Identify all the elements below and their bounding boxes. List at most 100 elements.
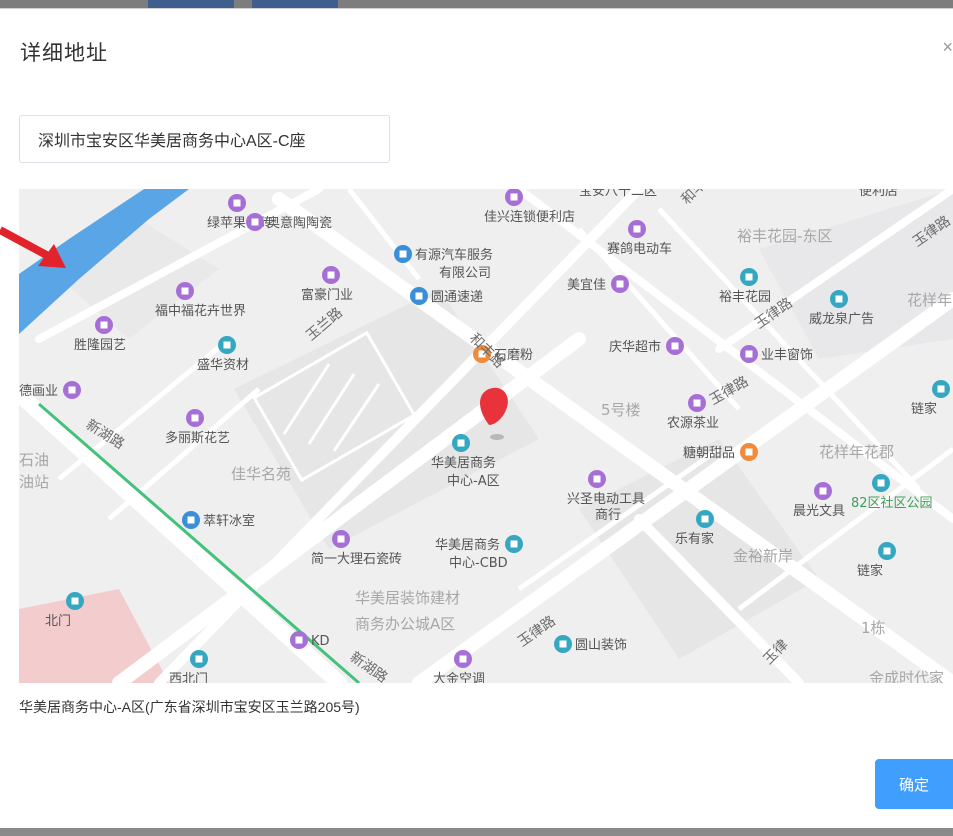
map-poi-label: 金成时代家 (869, 669, 944, 683)
poi-glyph (616, 280, 624, 288)
map-poi[interactable]: 有限公司 (439, 266, 491, 281)
map-poi-label: 农源茶业 (667, 415, 719, 431)
map-poi-label: 赛鸽电动车 (607, 241, 672, 257)
map-poi-label: 华美居商务 (431, 455, 496, 471)
map-poi-label: 晨光文具 (793, 504, 845, 519)
map-poi-label: 德画业 (19, 384, 58, 399)
poi-glyph (415, 292, 423, 300)
confirm-button[interactable]: 确定 (875, 759, 953, 809)
map-poi[interactable]: 金成时代家 (869, 669, 944, 683)
map-poi[interactable]: 圆通速递 (410, 287, 483, 305)
map-poi-label: 多丽斯花艺 (165, 430, 230, 446)
poi-glyph (693, 399, 701, 407)
map-poi-label: 富豪门业 (301, 287, 353, 303)
map-poi-label: 有源汽车服务 (415, 247, 493, 263)
map-poi[interactable]: 有源汽车服务 (394, 245, 493, 263)
map-poi-label: 中心-CBD (449, 556, 508, 571)
map-poi-label: 奥意陶陶瓷 (267, 215, 332, 231)
poi-glyph (181, 287, 189, 295)
poi-glyph (633, 225, 641, 233)
poi-glyph (233, 199, 241, 207)
backdrop-tab (148, 0, 234, 8)
address-dialog: 详细地址 × 深圳市宝安区华美居商务中心A区-C座 绿苹果瓷砖 奥意陶陶瓷 佳兴… (0, 8, 953, 829)
poi-glyph (671, 342, 679, 350)
map-poi-label: 商行 (595, 508, 621, 523)
poi-glyph (745, 350, 753, 358)
poi-glyph (559, 640, 567, 648)
backdrop-bottom (0, 828, 953, 836)
map-poi-label: 金裕新岸 (733, 547, 793, 565)
map-canvas[interactable]: 绿苹果瓷砖奥意陶陶瓷 佳兴连锁便利店宝安八十二区 便利店赛鸽电动车裕丰花园-东区有源… (19, 189, 953, 683)
map-poi[interactable]: 油站 (19, 473, 49, 491)
map-poi-label: 庆华超市 (609, 339, 661, 355)
map-poi-label: 有限公司 (439, 266, 491, 281)
map-poi[interactable]: 佳华名苑 (231, 465, 291, 483)
map-poi[interactable]: 5号楼 (601, 401, 641, 419)
poi-glyph (510, 540, 518, 548)
dialog-title: 详细地址 (20, 42, 108, 65)
map-poi[interactable]: 金裕新岸 (733, 547, 793, 565)
map-poi-label: 链家 (857, 563, 883, 579)
map-view[interactable]: 绿苹果瓷砖 奥意陶陶瓷 佳兴连锁便利店 宝安八十二区 便利店 赛鸽电动车 裕丰花园-东区 有源… (19, 189, 953, 683)
map-poi-label: 5号楼 (601, 401, 641, 419)
map-poi[interactable]: 花样年 (907, 291, 952, 309)
map-poi[interactable]: 德画业 (19, 381, 81, 399)
map-poi-label: 中心-A区 (447, 474, 500, 489)
poi-glyph (187, 516, 195, 524)
poi-glyph (883, 547, 891, 555)
map-poi[interactable]: 华美居商务 (435, 535, 523, 553)
annotation-arrow-icon (0, 226, 66, 268)
map-poi[interactable]: 便利店 (859, 189, 898, 199)
map-poi-label: 圆通速递 (431, 290, 483, 305)
map-poi[interactable]: 裕丰花园-东区 (737, 227, 832, 245)
poi-glyph (100, 321, 108, 329)
map-poi[interactable]: 圆山装饰 (554, 635, 627, 653)
map-poi[interactable]: 萃轩冰室 (182, 511, 255, 529)
map-poi[interactable]: 奥意陶陶瓷 (246, 213, 332, 231)
map-poi-label: 佳华名苑 (231, 465, 291, 483)
map-poi-label: 油站 (19, 473, 49, 491)
map-poi-label: 糖朝甜品 (683, 445, 735, 461)
map-poi[interactable]: 业丰窗饰 (740, 345, 813, 363)
backdrop (0, 0, 953, 8)
map-poi[interactable]: 商务办公城A区 (355, 615, 455, 633)
poi-glyph (459, 655, 467, 663)
map-poi-label: 佳兴连锁便利店 (484, 209, 575, 225)
backdrop-tab (252, 0, 338, 8)
poi-glyph (457, 439, 465, 447)
poi-glyph (71, 597, 79, 605)
map-poi-label: 裕丰花园-东区 (737, 227, 832, 245)
map-poi-label: 便利店 (859, 189, 898, 199)
map-poi[interactable]: 商行 (595, 508, 621, 523)
map-poi-label: 裕丰花园 (719, 289, 771, 305)
map-poi-label: 乐有家 (675, 531, 714, 547)
address-input[interactable] (19, 115, 390, 163)
map-poi[interactable]: 中心-CBD (449, 556, 508, 571)
map-poi-label: 兴圣电动工具 (567, 492, 645, 507)
map-poi-label: 圆山装饰 (575, 638, 627, 653)
poi-glyph (835, 295, 843, 303)
poi-glyph (399, 250, 407, 258)
map-poi-label: 花样年花郡 (819, 443, 894, 461)
map-poi-label: 盛华资材 (197, 358, 249, 373)
poi-glyph (510, 193, 518, 201)
map-poi[interactable]: 华美居装饰建材 (355, 589, 460, 607)
map-poi[interactable]: 石油 (19, 451, 49, 469)
map-poi[interactable]: 1栋 (861, 619, 886, 637)
poi-glyph (327, 271, 335, 279)
map-poi[interactable]: 庆华超市 (609, 337, 684, 355)
poi-glyph (593, 475, 601, 483)
map-poi[interactable]: 花样年花郡 (819, 443, 894, 461)
poi-glyph (337, 535, 345, 543)
map-poi-label: 业丰窗饰 (761, 347, 813, 363)
map-poi[interactable]: 糖朝甜品 (683, 443, 758, 461)
map-poi[interactable]: 美宜佳 (567, 275, 629, 293)
poi-glyph (701, 515, 709, 523)
map-poi-label: 商务办公城A区 (355, 615, 455, 633)
close-icon[interactable]: × (942, 37, 953, 57)
map-poi[interactable]: 中心-A区 (447, 474, 500, 489)
map-poi[interactable]: 宝安八十二区 (579, 189, 657, 199)
poi-glyph (745, 273, 753, 281)
poi-glyph (195, 655, 203, 663)
map-poi-label: 石油 (19, 451, 49, 469)
